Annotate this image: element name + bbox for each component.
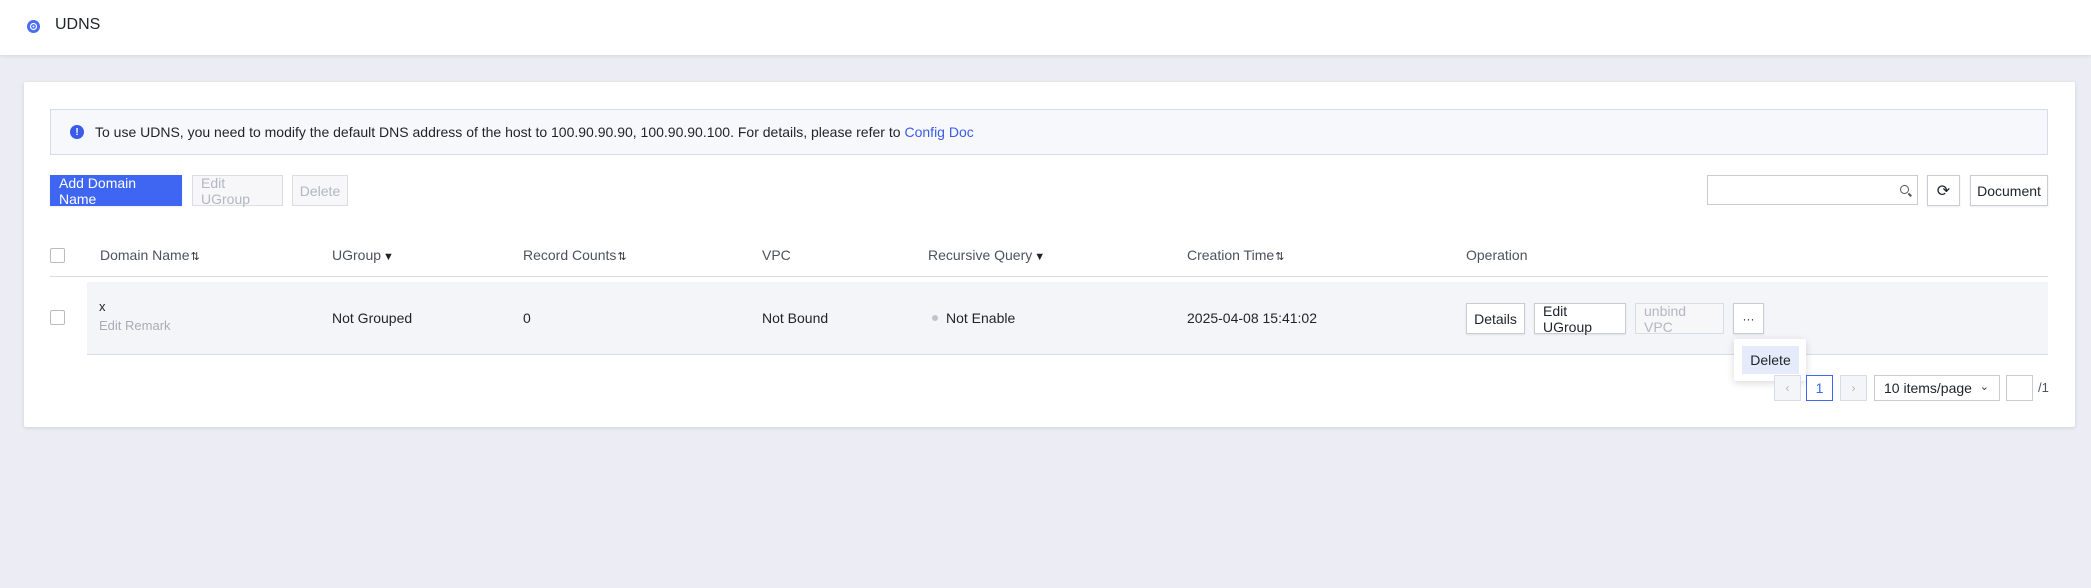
page-jump-input[interactable] [2006,375,2033,401]
record-counts-cell: 0 [523,310,531,326]
main-card: ! To use UDNS, you need to modify the de… [24,82,2075,427]
ugroup-cell: Not Grouped [332,310,413,326]
column-recursive-query[interactable]: Recursive Query ▼ [928,247,1045,263]
top-bar: UDNS [0,0,2091,55]
more-icon: ··· [1742,311,1755,326]
page-title: UDNS [55,16,101,33]
sort-icon[interactable]: ⇅ [190,251,199,263]
filter-icon[interactable]: ▼ [383,251,394,263]
edit-ugroup-row-button[interactable]: Edit UGroup [1534,303,1626,335]
column-ugroup[interactable]: UGroup ▼ [332,247,394,263]
notice-text: To use UDNS, you need to modify the defa… [95,124,901,140]
column-domain-name[interactable]: Domain Name⇅ [100,247,200,263]
more-actions-button[interactable]: ··· [1733,303,1764,334]
unbind-vpc-button[interactable]: unbind VPC [1635,303,1724,335]
search-input[interactable] [1707,175,1918,205]
info-icon: ! [70,125,84,139]
total-pages: /1 [2038,380,2049,395]
config-doc-link[interactable]: Config Doc [905,124,974,140]
chevron-right-icon: › [1851,381,1856,395]
table-header: Domain Name⇅ UGroup ▼ Record Counts⇅ VPC … [50,232,2048,277]
sort-icon[interactable]: ⇅ [1275,251,1284,263]
filter-icon[interactable]: ▼ [1034,251,1045,263]
refresh-icon: ⟳ [1936,182,1951,200]
chevron-left-icon: ‹ [1785,381,1790,395]
pager-prev-button[interactable]: ‹ [1774,375,1801,401]
domain-name-cell[interactable]: x [99,299,106,314]
document-button[interactable]: Document [1970,175,2048,206]
dropdown-delete-item[interactable]: Delete [1742,346,1799,374]
column-vpc: VPC [762,247,791,263]
sort-icon[interactable]: ⇅ [617,251,626,263]
creation-time-cell: 2025-04-08 15:41:02 [1187,310,1317,326]
row-checkbox[interactable] [50,310,65,325]
pager-current-page[interactable]: 1 [1806,375,1833,401]
column-creation-time[interactable]: Creation Time⇅ [1187,247,1284,263]
udns-logo-icon [27,20,40,33]
edit-remark-link[interactable]: Edit Remark [99,318,171,333]
info-notice: ! To use UDNS, you need to modify the de… [50,109,2048,155]
page-size-select[interactable]: 10 items/page ⌄ [1874,375,2000,401]
vpc-cell: Not Bound [762,310,829,326]
pager-next-button[interactable]: › [1840,375,1867,401]
column-operation: Operation [1466,247,1528,263]
edit-ugroup-button[interactable]: Edit UGroup [192,175,283,207]
search-icon[interactable] [1900,185,1909,194]
refresh-button[interactable]: ⟳ [1927,175,1960,206]
delete-button[interactable]: Delete [292,175,348,206]
column-record-counts[interactable]: Record Counts⇅ [523,247,627,263]
recursive-query-cell: Not Enable [932,310,1015,326]
chevron-down-icon: ⌄ [1979,381,1989,393]
add-domain-name-button[interactable]: Add Domain Name [50,175,182,207]
select-all-checkbox[interactable] [50,248,65,263]
details-button[interactable]: Details [1466,303,1525,334]
status-dot-icon [932,315,938,322]
